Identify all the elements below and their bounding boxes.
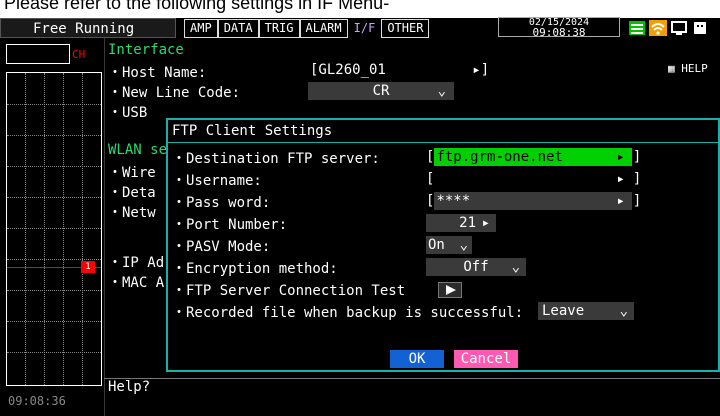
password-field[interactable]: [**** ▸] [426,192,641,210]
caption-bar: Please refer to the following settings i… [0,0,720,18]
bracket-close: ] [632,149,642,165]
usb-label: ・USB [108,105,148,121]
grid-hline [7,197,101,198]
host-name-field[interactable]: [GL260_01 ▸] [310,62,489,78]
grid-hline [7,228,101,229]
pasv-mode-select[interactable]: On ⌄ [426,236,472,254]
host-name-close: ] [480,62,490,78]
arrow-right-icon: ▸ [616,149,625,165]
wlan-item: ・IP Ad [108,255,165,271]
grid-vline [25,73,26,385]
new-line-code-value: CR [372,83,390,99]
trend-graph: 1 [6,72,102,386]
password-label: ・Pass word: [172,195,271,211]
chevron-down-icon: ⌄ [437,83,446,99]
caption-text: Please refer to the following settings i… [4,0,390,13]
section-interface: Interface [108,42,184,58]
grid-hline [7,135,101,136]
channel-box [6,44,70,64]
port-number-value: 21 [459,215,476,231]
password-value: **** [434,192,633,210]
pasv-mode-label: ・PASV Mode: [172,239,271,255]
host-name-value: [GL260_01 [310,62,386,78]
username-field[interactable]: [ ▸] [426,170,641,188]
trend-time: 09:08:36 [8,394,66,408]
wlan-item: ・Netw [108,205,156,221]
bracket-open: [ [426,193,435,209]
help-button[interactable]: ▦ HELP [668,62,708,75]
grid-vline [63,73,64,385]
menu-tabs: AMP DATA TRIG ALARM I/F OTHER [184,19,430,38]
grid-hline [7,321,101,322]
tab-data[interactable]: DATA [217,19,259,38]
new-line-code-select[interactable]: CR ⌄ [308,82,454,100]
cancel-button[interactable]: Cancel [454,350,518,368]
wlan-item: ・Deta [108,185,156,201]
bracket-open: [ [426,149,435,165]
qr-icon: ▦ [668,62,675,75]
chevron-down-icon: ⌄ [511,259,520,275]
wlan-item: ・MAC A [108,275,165,291]
chevron-down-icon: ⌄ [459,237,468,253]
grid-hline [7,104,101,105]
play-icon[interactable] [438,282,462,298]
recorded-file-value: Leave [542,303,585,319]
grid-hline [7,166,101,167]
channel-marker: 1 [81,261,95,273]
mode-indicator: Free Running [0,18,176,38]
arrow-right-icon: ▸ [472,62,481,78]
encryption-value: Off [463,259,489,275]
grid-vline [82,73,83,385]
ftp-server-field[interactable]: [ftp.grm-one.net ▸] [426,148,641,166]
pasv-mode-value: On [428,237,445,253]
grid-hline [7,290,101,291]
usb-icon [694,22,706,34]
grid-hline [7,259,101,260]
bracket-close: ] [632,171,642,187]
help-area: Help? [104,378,720,416]
status-icons [628,20,709,36]
wlan-item: ・Wire [108,165,156,181]
wifi-icon [649,20,667,36]
arrow-right-icon: ▸ [616,171,625,187]
bracket-close: ] [632,193,642,209]
tab-other[interactable]: OTHER [381,19,430,38]
help-chip-label: HELP [681,62,708,75]
tab-trig[interactable]: TRIG [258,19,300,38]
arrow-right-icon: ▸ [481,215,490,231]
network-icon [671,21,687,35]
menu-icon [629,21,645,35]
ftp-server-value: ftp.grm-one.net [434,148,633,166]
recorded-file-label: ・Recorded file when backup is successful… [172,305,524,321]
new-line-code-label: ・New Line Code: [108,85,241,101]
arrow-right-icon: ▸ [616,193,625,209]
clock-display: 02/15/2024 09:08:38 [498,17,620,39]
time-text: 09:08:38 [532,26,586,39]
tab-alarm[interactable]: ALARM [299,19,348,38]
encryption-label: ・Encryption method: [172,261,338,277]
ftp-client-settings-dialog: FTP Client Settings ・Destination FTP ser… [166,118,720,372]
grid-vline [44,73,45,385]
tab-amp[interactable]: AMP [184,19,218,38]
dialog-title: FTP Client Settings [168,120,718,143]
section-wlan: WLAN se [108,142,168,158]
ok-button[interactable]: OK [390,350,444,368]
ftp-server-label: ・Destination FTP server: [172,151,380,167]
tab-if[interactable]: I/F [347,19,382,38]
chevron-down-icon: ⌄ [619,303,628,319]
bracket-open: [ [426,171,435,187]
port-number-field[interactable]: 21 ▸ [426,214,496,232]
channel-label: CH [72,48,86,61]
top-bar: Free Running AMP DATA TRIG ALARM I/F OTH… [0,17,720,39]
encryption-select[interactable]: Off ⌄ [426,258,526,276]
grid-hline [7,352,101,353]
username-label: ・Username: [172,173,262,189]
recorded-file-select[interactable]: Leave ⌄ [538,302,634,320]
trend-panel: CH 1 09:08:36 [0,38,105,416]
port-number-label: ・Port Number: [172,217,288,233]
help-text: Help? [108,379,151,395]
host-name-label: ・Host Name: [108,65,207,81]
connection-test-label: ・FTP Server Connection Test [172,283,406,299]
